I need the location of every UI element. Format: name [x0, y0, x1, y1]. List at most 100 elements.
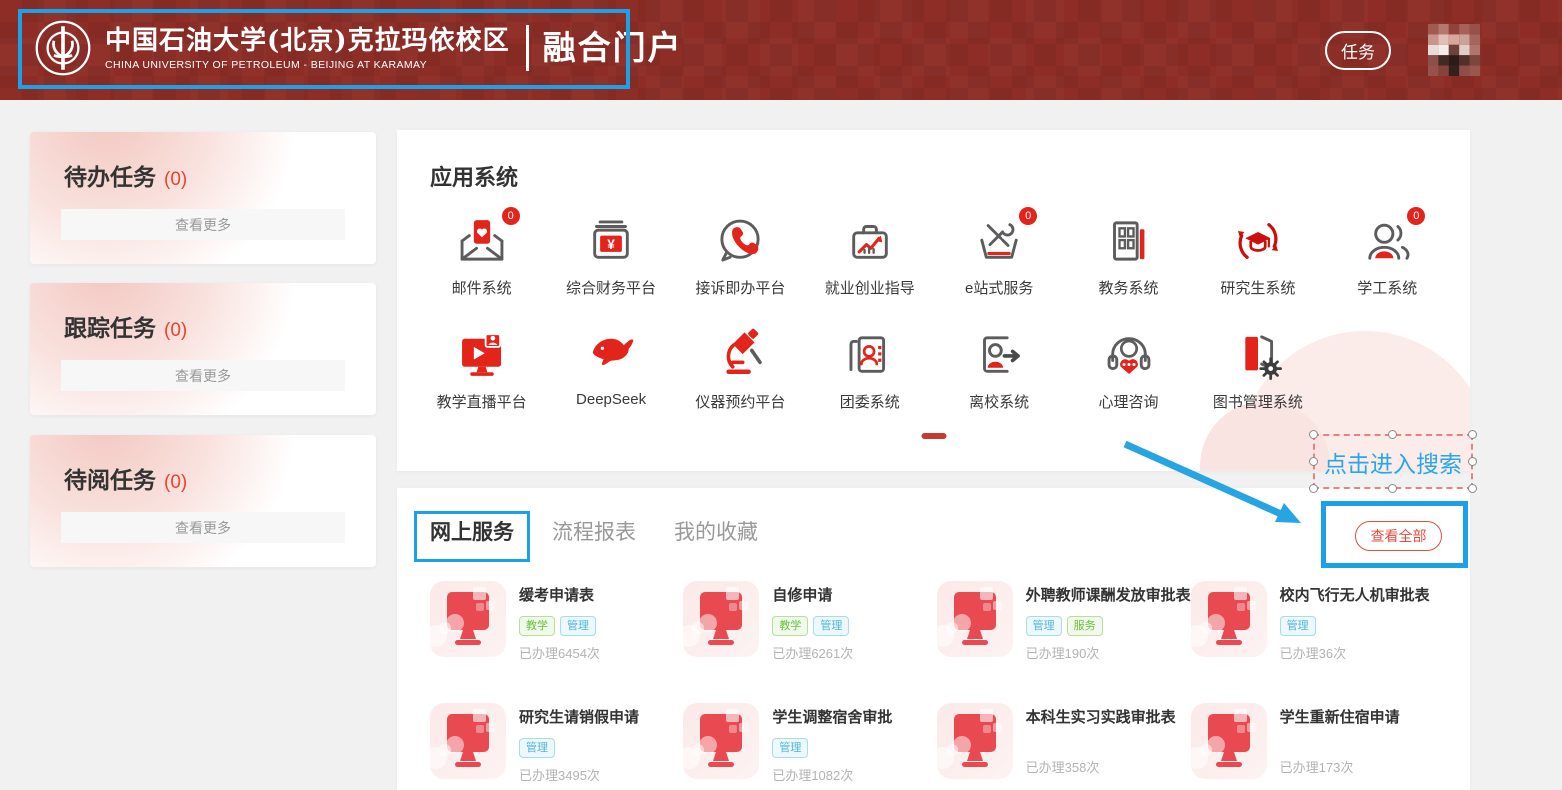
service-title: 缓考申请表 [519, 584, 600, 605]
service-title: 外聘教师课酬发放审批表 [1026, 584, 1191, 605]
tag-管理: 管理 [560, 616, 596, 636]
service-card[interactable]: 校内飞行无人机审批表 管理 已办理36次 [1191, 581, 1444, 662]
service-card-icon [430, 703, 506, 779]
mail-icon [453, 212, 511, 270]
service-card-icon [937, 703, 1013, 779]
carousel-page-indicator[interactable] [921, 433, 946, 439]
app-label: 图书管理系统 [1213, 391, 1303, 412]
service-card-icon [683, 703, 759, 779]
app-label: 学工系统 [1357, 277, 1417, 298]
app-item[interactable]: 研究生系统 [1193, 212, 1322, 298]
svg-text:¥: ¥ [607, 237, 615, 252]
service-card-icon [1191, 581, 1267, 657]
service-tags: 管理 [519, 738, 639, 758]
tag-管理: 管理 [772, 738, 808, 758]
service-handled-count: 已办理173次 [1280, 757, 1400, 776]
services-grid: 缓考申请表 教学管理 已办理6454次 自修申请 教学管理 已办理6261次 外… [430, 581, 1444, 784]
service-card[interactable]: 缓考申请表 教学管理 已办理6454次 [430, 581, 683, 662]
task-card-title: 跟踪任务(0) [30, 283, 376, 343]
app-item[interactable]: 离校系统 [935, 326, 1064, 412]
active-tab-highlight-annotation [414, 511, 530, 562]
app-item[interactable]: 仪器预约平台 [676, 326, 805, 412]
logo-highlight-annotation [18, 9, 630, 89]
service-card-icon [430, 581, 506, 657]
app-item[interactable]: 团委系统 [805, 326, 934, 412]
services-panel: 网上服务流程报表我的收藏 查看全部 缓考申请表 教学管理 已办理6454次 自修… [397, 488, 1470, 790]
apps-panel: 应用系统 0 邮件系统¥ 综合财务平台 接诉即办平台 就业创业指导0 e站式服务… [397, 130, 1470, 471]
app-item[interactable]: 心理咨询 [1064, 326, 1193, 412]
deepseek-icon [582, 326, 640, 384]
task-card: 待阅任务(0) 查看更多 [30, 435, 376, 567]
app-item[interactable]: 0 邮件系统 [417, 212, 546, 298]
service-handled-count: 已办理36次 [1280, 643, 1430, 662]
academic-icon [1100, 212, 1158, 270]
service-handled-count: 已办理6261次 [772, 643, 853, 662]
service-card[interactable]: 外聘教师课酬发放审批表 管理服务 已办理190次 [937, 581, 1191, 662]
tag-教学: 教学 [519, 616, 555, 636]
service-title: 研究生请销假申请 [519, 706, 639, 727]
app-item[interactable]: 图书管理系统 [1193, 326, 1322, 412]
view-more-button[interactable]: 查看更多 [61, 209, 345, 240]
app-item[interactable]: 就业创业指导 [805, 212, 934, 298]
service-card[interactable]: 学生重新住宿申请 已办理173次 [1191, 703, 1444, 784]
service-handled-count: 已办理358次 [1026, 757, 1176, 776]
app-label: 研究生系统 [1220, 277, 1295, 298]
tag-管理: 管理 [813, 616, 849, 636]
view-all-highlight-annotation [1321, 501, 1468, 568]
tab-我的收藏[interactable]: 我的收藏 [674, 516, 758, 546]
app-item[interactable]: ¥ 综合财务平台 [546, 212, 675, 298]
service-handled-count: 已办理3495次 [519, 765, 639, 784]
task-count: (0) [164, 472, 187, 493]
app-label: DeepSeek [576, 391, 646, 408]
service-card-icon [683, 581, 759, 657]
service-tags: 教学管理 [519, 616, 600, 636]
league-icon [841, 326, 899, 384]
task-card-title: 待阅任务(0) [30, 435, 376, 495]
service-tags: 管理 [1280, 616, 1430, 636]
app-item[interactable]: 0 e站式服务 [935, 212, 1064, 298]
app-label: 邮件系统 [452, 277, 512, 298]
search-hint-label[interactable]: 点击进入搜索 [1324, 445, 1462, 479]
tag-教学: 教学 [772, 616, 808, 636]
app-label: 离校系统 [969, 391, 1029, 412]
notification-badge: 0 [502, 207, 520, 225]
app-label: 就业创业指导 [825, 277, 915, 298]
service-card[interactable]: 学生调整宿舍审批 管理 已办理1082次 [683, 703, 936, 784]
task-button[interactable]: 任务 [1325, 31, 1391, 70]
view-more-button[interactable]: 查看更多 [61, 360, 345, 391]
apps-grid: 0 邮件系统¥ 综合财务平台 接诉即办平台 就业创业指导 0 e站式服务 教务系统… [417, 212, 1452, 412]
user-avatar[interactable] [1428, 24, 1480, 76]
apps-panel-title: 应用系统 [397, 130, 1470, 192]
app-item[interactable]: 教务系统 [1064, 212, 1193, 298]
app-label: e站式服务 [965, 277, 1033, 298]
service-title: 学生调整宿舍审批 [772, 706, 892, 727]
task-card: 跟踪任务(0) 查看更多 [30, 283, 376, 415]
app-label: 心理咨询 [1099, 391, 1159, 412]
app-label: 教务系统 [1099, 277, 1159, 298]
service-tags: 教学管理 [772, 616, 853, 636]
tab-流程报表[interactable]: 流程报表 [552, 516, 636, 546]
search-hint-annotation: 点击进入搜索 [1313, 434, 1473, 489]
hotline-icon [711, 212, 769, 270]
service-card[interactable]: 自修申请 教学管理 已办理6261次 [683, 581, 936, 662]
tag-服务: 服务 [1067, 616, 1103, 636]
service-card[interactable]: 本科生实习实践审批表 已办理358次 [937, 703, 1191, 784]
service-handled-count: 已办理1082次 [772, 765, 892, 784]
app-item[interactable]: 接诉即办平台 [676, 212, 805, 298]
app-label: 仪器预约平台 [695, 391, 785, 412]
service-card-icon [1191, 703, 1267, 779]
service-card[interactable]: 研究生请销假申请 管理 已办理3495次 [430, 703, 683, 784]
task-count: (0) [164, 320, 187, 341]
service-title: 自修申请 [772, 584, 853, 605]
tag-管理: 管理 [519, 738, 555, 758]
app-item[interactable]: 教学直播平台 [417, 326, 546, 412]
graduate-icon [1229, 212, 1287, 270]
app-item[interactable]: DeepSeek [546, 326, 675, 412]
view-more-button[interactable]: 查看更多 [61, 512, 345, 543]
service-title: 校内飞行无人机审批表 [1280, 584, 1430, 605]
service-handled-count: 已办理190次 [1026, 643, 1191, 662]
tag-管理: 管理 [1026, 616, 1062, 636]
app-item[interactable]: 0 学工系统 [1323, 212, 1452, 298]
task-card: 待办任务(0) 查看更多 [30, 132, 376, 264]
instrument-icon [711, 326, 769, 384]
